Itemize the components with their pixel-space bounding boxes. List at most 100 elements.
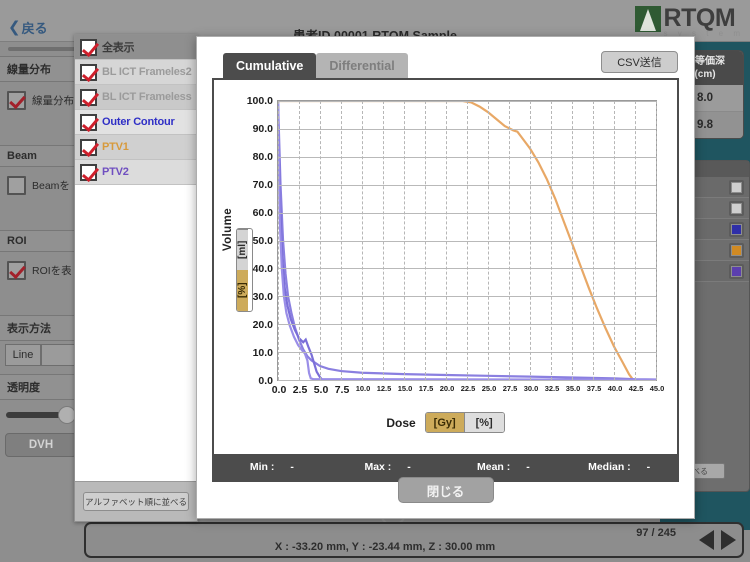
dvh-modal: Cumulative Differential CSV送信 Volume [ml…: [196, 36, 695, 519]
section-header-roi: ROI: [0, 230, 82, 252]
roi-list-items: 全表示 BL ICT Frameles2 BL ICT Frameless Outer…: [75, 35, 197, 185]
right-roi-color-swatch[interactable]: [729, 200, 744, 216]
x-tick-label: 10.0: [355, 384, 371, 393]
roi-label: ROIを表: [32, 265, 72, 277]
tab-cumulative[interactable]: Cumulative: [223, 53, 317, 78]
x-tick-label: 17.5: [418, 384, 434, 393]
stat-item: Mean : -: [446, 461, 562, 473]
x-tick-label: 12.5: [376, 384, 392, 393]
x-gridline: 37.5: [587, 101, 601, 393]
dvh-tabs: Cumulative Differential: [223, 53, 408, 78]
beam-checkbox[interactable]: [7, 176, 26, 195]
x-gridline: 27.5: [503, 101, 517, 393]
swatch-fill: [732, 266, 741, 276]
x-tick-label: 15.0: [397, 384, 413, 393]
right-roi-color-swatch[interactable]: [729, 263, 744, 279]
dose-distribution-row[interactable]: 線量分布: [0, 82, 82, 119]
x-gridline: 2.5: [293, 101, 307, 396]
x-tick-label: 42.5: [628, 384, 644, 393]
app-root: ❮ 戻る 患者ID 00001 RTQM Sample RTQM s y s t…: [0, 0, 750, 562]
opacity-slider[interactable]: [6, 406, 76, 424]
roi-item-label: BL ICT Frameles2: [102, 66, 192, 78]
swatch-fill: [732, 245, 741, 255]
x-axis-label: Dose: [386, 415, 416, 430]
tab-differential[interactable]: Differential: [316, 53, 408, 78]
roi-list-popover: 全表示 BL ICT Frameles2 BL ICT Frameless Outer…: [74, 34, 198, 522]
x-gridline: 32.5: [545, 101, 559, 393]
roi-item-checkbox[interactable]: [80, 138, 97, 156]
x-tick-label: 0.0: [271, 384, 287, 396]
stat-key: Max :: [364, 461, 392, 473]
rtqm-logo: RTQM s y s t e m: [634, 6, 744, 38]
sort-alphabetically-button[interactable]: アルファベット順に並べる: [83, 492, 189, 511]
x-tick-label: 30.0: [523, 384, 539, 393]
x-tick-label: 2.5: [292, 384, 308, 396]
slice-nav-buttons: [699, 530, 736, 550]
close-button[interactable]: 閉じる: [397, 477, 494, 503]
left-settings-panel: 線量分布 線量分布 Beam Beamを ROI ROIを表 表示方法 Line: [0, 42, 82, 562]
dvh-button[interactable]: DVH: [5, 433, 77, 457]
csv-send-button[interactable]: CSV送信: [601, 51, 678, 73]
x-gridline: 7.5: [335, 101, 349, 396]
dose-unit-gy-option[interactable]: [Gy]: [425, 413, 465, 432]
roi-item-label: PTV2: [102, 166, 129, 178]
x-gridline: 45.0: [650, 101, 664, 393]
dose-unit-toggle[interactable]: [Gy] [%]: [424, 412, 505, 433]
x-gridline: 12.5: [377, 101, 391, 393]
roi-item-checkbox[interactable]: [80, 163, 97, 181]
volume-unit-ml-option[interactable]: [ml]: [237, 229, 248, 270]
y-tick-label: 80.0: [252, 150, 273, 163]
roi-list-item[interactable]: PTV1: [75, 135, 197, 160]
dose-distribution-label: 線量分布: [32, 95, 74, 107]
stat-item: Median : -: [561, 461, 677, 473]
roi-list-item[interactable]: BL ICT Frameles2: [75, 60, 197, 85]
volume-unit-toggle[interactable]: [ml] [%]: [236, 228, 253, 312]
roi-item-label: Outer Contour: [102, 116, 175, 128]
swatch-fill: [732, 224, 741, 234]
dose-distribution-checkbox[interactable]: [7, 91, 26, 110]
x-gridline: 10.0: [356, 101, 370, 393]
x-tick-label: 20.0: [439, 384, 455, 393]
volume-unit-percent-option[interactable]: [%]: [237, 270, 248, 311]
stat-value: -: [290, 461, 294, 473]
swatch-fill: [732, 203, 741, 213]
y-tick-label: 60.0: [252, 206, 273, 219]
previous-slice-icon[interactable]: [699, 530, 714, 550]
status-bar: 97 / 245 X : -33.20 mm, Y : -23.44 mm, Z…: [84, 522, 744, 558]
dose-unit-percent-option[interactable]: [%]: [464, 413, 504, 432]
x-gridline: 20.0: [440, 101, 454, 393]
right-roi-color-swatch[interactable]: [729, 221, 744, 237]
next-slice-icon[interactable]: [721, 530, 736, 550]
x-tick-label: 27.5: [502, 384, 518, 393]
roi-list-item[interactable]: 全表示: [75, 35, 197, 60]
x-tick-label: 22.5: [460, 384, 476, 393]
roi-item-checkbox[interactable]: [80, 38, 97, 56]
top-slider[interactable]: [0, 42, 82, 56]
y-tick-label: 40.0: [252, 262, 273, 275]
roi-list-footer: アルファベット順に並べる: [75, 481, 197, 521]
roi-list-item[interactable]: Outer Contour: [75, 110, 197, 135]
dvh-chart-card: Volume [ml] [%] 0.0 10.0 20.0 30.0 40.0 50.0 6…: [212, 78, 679, 482]
y-tick-label: 20.0: [252, 318, 273, 331]
roi-list-item[interactable]: PTV2: [75, 160, 197, 185]
roi-row[interactable]: ROIを表: [0, 252, 82, 289]
right-roi-color-swatch[interactable]: [729, 242, 744, 258]
dvh-plot-area: 0.0 10.0 20.0 30.0 40.0 50.0 60.0 70.0 80.0 90.0 1…: [247, 95, 665, 396]
beam-row[interactable]: Beamを: [0, 167, 82, 204]
roi-item-checkbox[interactable]: [80, 113, 97, 131]
slice-counter: 97 / 245: [636, 527, 676, 539]
stat-value: -: [526, 461, 530, 473]
roi-item-checkbox[interactable]: [80, 88, 97, 106]
roi-list-item[interactable]: BL ICT Frameless: [75, 85, 197, 110]
right-roi-color-swatch[interactable]: [729, 179, 744, 195]
display-method-other-option[interactable]: [41, 344, 77, 366]
display-method-segmented[interactable]: Line: [5, 344, 77, 366]
roi-checkbox[interactable]: [7, 261, 26, 280]
display-method-line-option[interactable]: Line: [5, 344, 41, 366]
roi-item-checkbox[interactable]: [80, 63, 97, 81]
section-header-beam: Beam: [0, 145, 82, 167]
x-gridline: 35.0: [566, 101, 580, 393]
x-gridline: 15.0: [398, 101, 412, 393]
x-tick-label: 7.5: [334, 384, 350, 396]
